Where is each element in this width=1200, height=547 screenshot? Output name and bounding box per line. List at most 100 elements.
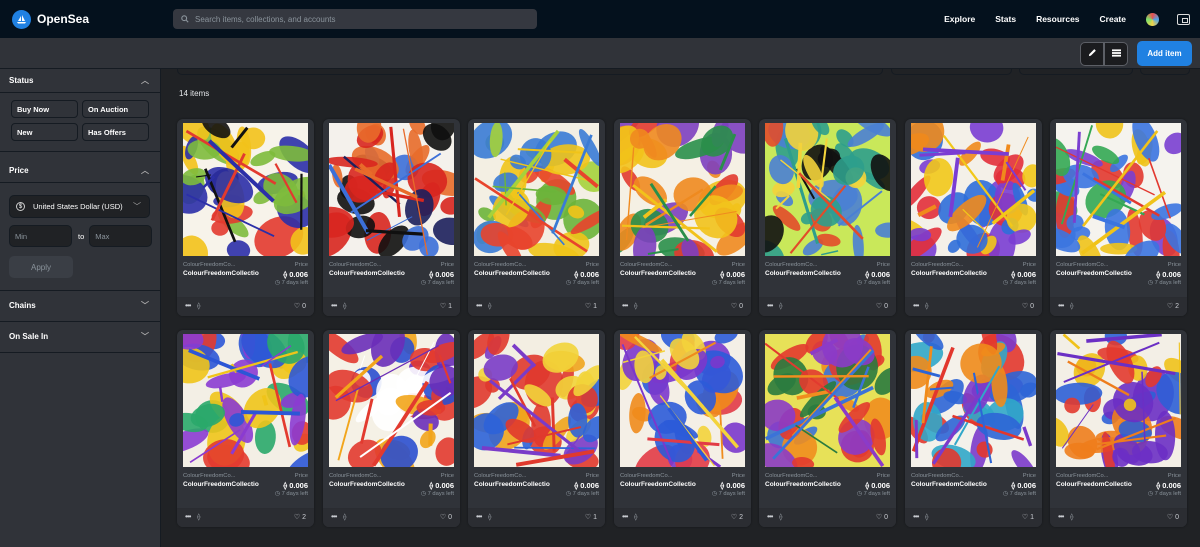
- item-name[interactable]: ColourFreedomCollectio: [329, 481, 405, 488]
- nft-artwork[interactable]: [911, 334, 1036, 467]
- nft-card[interactable]: ColourFreedomCo... Price ColourFreedomCo…: [468, 119, 605, 316]
- filter-buy-now[interactable]: Buy Now: [11, 100, 78, 118]
- favorite-button[interactable]: ♡ 1: [440, 302, 452, 310]
- nft-artwork[interactable]: [183, 123, 308, 256]
- collection-name[interactable]: ColourFreedomCo...: [329, 473, 382, 479]
- item-name[interactable]: ColourFreedomCollectio: [183, 481, 259, 488]
- size-dropdown[interactable]: [1019, 69, 1133, 75]
- item-name[interactable]: ColourFreedomCollectio: [911, 270, 987, 277]
- nft-artwork[interactable]: [765, 334, 890, 467]
- nft-artwork[interactable]: [1056, 123, 1181, 256]
- item-name[interactable]: ColourFreedomCollectio: [911, 481, 987, 488]
- more-options-icon[interactable]: •••: [476, 301, 482, 310]
- nav-explore[interactable]: Explore: [944, 14, 975, 24]
- more-options-icon[interactable]: •••: [767, 512, 773, 521]
- collection-name[interactable]: ColourFreedomCo...: [1056, 473, 1109, 479]
- more-options-icon[interactable]: •••: [913, 512, 919, 521]
- opensea-logo[interactable]: OpenSea: [12, 9, 172, 29]
- max-price-input[interactable]: Max: [89, 225, 153, 247]
- filter-new[interactable]: New: [11, 123, 78, 141]
- item-name[interactable]: ColourFreedomCollectio: [1056, 481, 1132, 488]
- price-section-header[interactable]: Price ︿: [0, 159, 160, 182]
- grid-toggle[interactable]: [1140, 69, 1190, 75]
- currency-select[interactable]: $ United States Dollar (USD) ﹀: [9, 195, 150, 218]
- item-name[interactable]: ColourFreedomCollectio: [620, 270, 696, 277]
- filter-has-offers[interactable]: Has Offers: [82, 123, 149, 141]
- more-options-icon[interactable]: •••: [185, 301, 191, 310]
- add-item-button[interactable]: Add item: [1137, 41, 1192, 66]
- wallet-icon[interactable]: [1177, 13, 1190, 25]
- collection-name[interactable]: ColourFreedomCo...: [765, 473, 818, 479]
- nft-card[interactable]: ColourFreedomCo... Price ColourFreedomCo…: [905, 330, 1042, 527]
- nft-card[interactable]: ColourFreedomCo... Price ColourFreedomCo…: [614, 119, 751, 316]
- nft-card[interactable]: ColourFreedomCo... Price ColourFreedomCo…: [1050, 330, 1187, 527]
- collection-name[interactable]: ColourFreedomCo...: [183, 262, 236, 268]
- collection-name[interactable]: ColourFreedomCo...: [620, 473, 673, 479]
- nft-artwork[interactable]: [474, 334, 599, 467]
- favorite-button[interactable]: ♡ 0: [440, 513, 452, 521]
- list-view-button[interactable]: [1104, 42, 1128, 66]
- item-name[interactable]: ColourFreedomCollectio: [474, 270, 550, 277]
- item-name[interactable]: ColourFreedomCollectio: [1056, 270, 1132, 277]
- nft-artwork[interactable]: [765, 123, 890, 256]
- favorite-button[interactable]: ♡ 0: [876, 302, 888, 310]
- favorite-button[interactable]: ♡ 2: [731, 513, 743, 521]
- more-options-icon[interactable]: •••: [767, 301, 773, 310]
- nft-card[interactable]: ColourFreedomCo... Price ColourFreedomCo…: [759, 330, 896, 527]
- more-options-icon[interactable]: •••: [622, 301, 628, 310]
- collection-name[interactable]: ColourFreedomCo...: [911, 262, 964, 268]
- favorite-button[interactable]: ♡ 1: [585, 302, 597, 310]
- search-filter-field[interactable]: [177, 69, 883, 75]
- nft-artwork[interactable]: [620, 123, 745, 256]
- favorite-button[interactable]: ♡ 0: [876, 513, 888, 521]
- nft-artwork[interactable]: [474, 123, 599, 256]
- item-name[interactable]: ColourFreedomCollectio: [183, 270, 259, 277]
- favorite-button[interactable]: ♡ 0: [731, 302, 743, 310]
- nft-artwork[interactable]: [329, 334, 454, 467]
- filter-on-auction[interactable]: On Auction: [82, 100, 149, 118]
- more-options-icon[interactable]: •••: [185, 512, 191, 521]
- nft-artwork[interactable]: [1056, 334, 1181, 467]
- favorite-button[interactable]: ♡ 1: [585, 513, 597, 521]
- nft-artwork[interactable]: [329, 123, 454, 256]
- nft-card[interactable]: ColourFreedomCo... Price ColourFreedomCo…: [614, 330, 751, 527]
- item-name[interactable]: ColourFreedomCollectio: [329, 270, 405, 277]
- nft-card[interactable]: ColourFreedomCo... Price ColourFreedomCo…: [468, 330, 605, 527]
- chains-section-header[interactable]: Chains ﹀: [0, 291, 160, 321]
- favorite-button[interactable]: ♡ 0: [294, 302, 306, 310]
- search-input[interactable]: Search items, collections, and accounts: [195, 15, 336, 24]
- collection-name[interactable]: ColourFreedomCo...: [765, 262, 818, 268]
- more-options-icon[interactable]: •••: [331, 301, 337, 310]
- apply-button[interactable]: Apply: [9, 256, 73, 278]
- collection-name[interactable]: ColourFreedomCo...: [329, 262, 382, 268]
- favorite-button[interactable]: ♡ 1: [1022, 513, 1034, 521]
- status-section-header[interactable]: Status ︿: [0, 69, 160, 92]
- item-name[interactable]: ColourFreedomCollectio: [765, 270, 841, 277]
- item-name[interactable]: ColourFreedomCollectio: [620, 481, 696, 488]
- nft-card[interactable]: ColourFreedomCo... Price ColourFreedomCo…: [1050, 119, 1187, 316]
- nft-artwork[interactable]: [183, 334, 308, 467]
- nft-card[interactable]: ColourFreedomCo... Price ColourFreedomCo…: [323, 119, 460, 316]
- nft-artwork[interactable]: [911, 123, 1036, 256]
- collection-name[interactable]: ColourFreedomCo...: [474, 262, 527, 268]
- search-bar[interactable]: Search items, collections, and accounts: [173, 9, 537, 29]
- nav-stats[interactable]: Stats: [995, 14, 1016, 24]
- sort-dropdown[interactable]: [891, 69, 1012, 75]
- nav-resources[interactable]: Resources: [1036, 14, 1079, 24]
- collection-name[interactable]: ColourFreedomCo...: [1056, 262, 1109, 268]
- edit-button[interactable]: [1080, 42, 1104, 66]
- more-options-icon[interactable]: •••: [622, 512, 628, 521]
- nft-card[interactable]: ColourFreedomCo... Price ColourFreedomCo…: [323, 330, 460, 527]
- nft-card[interactable]: ColourFreedomCo... Price ColourFreedomCo…: [905, 119, 1042, 316]
- favorite-button[interactable]: ♡ 0: [1167, 513, 1179, 521]
- item-name[interactable]: ColourFreedomCollectio: [765, 481, 841, 488]
- item-name[interactable]: ColourFreedomCollectio: [474, 481, 550, 488]
- collection-name[interactable]: ColourFreedomCo...: [183, 473, 236, 479]
- collection-name[interactable]: ColourFreedomCo...: [474, 473, 527, 479]
- favorite-button[interactable]: ♡ 2: [294, 513, 306, 521]
- more-options-icon[interactable]: •••: [331, 512, 337, 521]
- min-price-input[interactable]: Min: [9, 225, 72, 247]
- more-options-icon[interactable]: •••: [1058, 512, 1064, 521]
- favorite-button[interactable]: ♡ 0: [1022, 302, 1034, 310]
- nft-card[interactable]: ColourFreedomCo... Price ColourFreedomCo…: [177, 330, 314, 527]
